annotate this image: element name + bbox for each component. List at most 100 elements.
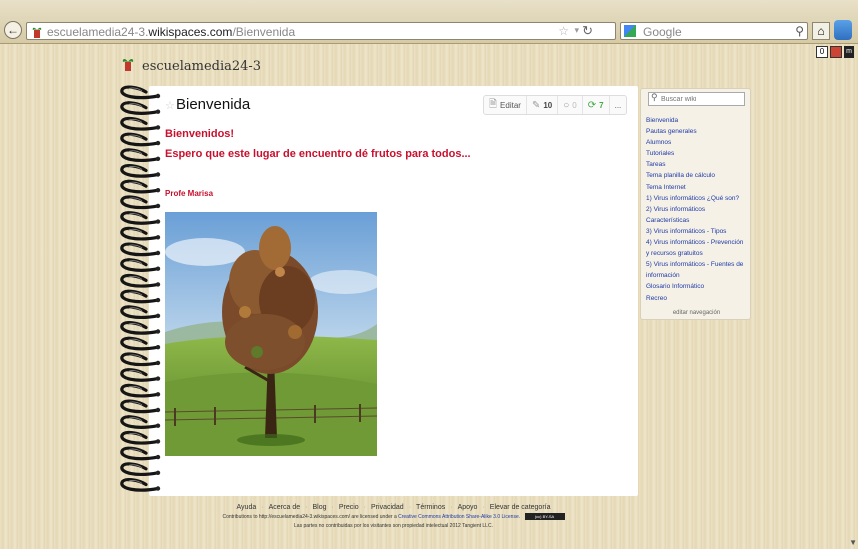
footer-separator: · xyxy=(408,504,412,511)
binding-ring xyxy=(120,242,161,257)
addon-image-icon xyxy=(830,46,842,58)
more-button[interactable]: ... xyxy=(610,96,627,114)
binding-ring xyxy=(120,164,161,178)
binding-ring xyxy=(120,446,161,461)
sidebar-item-virus-tipos[interactable]: 3) Virus informáticos - Tipos xyxy=(646,226,750,237)
footer-link-ayuda[interactable]: Ayuda xyxy=(237,504,257,511)
binding-ring xyxy=(120,132,161,147)
binding-ring xyxy=(120,101,161,115)
follow-button[interactable]: ⟳ 7 xyxy=(583,96,610,114)
binding-ring xyxy=(120,211,161,225)
search-icon[interactable]: ⚲ xyxy=(795,24,804,38)
search-icon: ⚲ xyxy=(651,92,658,102)
spiral-binding xyxy=(120,85,161,492)
binding-ring xyxy=(120,258,161,272)
footer-link-blog[interactable]: Blog xyxy=(312,504,326,511)
sidebar-item-glosario[interactable]: Glosario Informático xyxy=(646,281,750,292)
license-line: Contributions to http://escuelamedia24-3… xyxy=(149,513,638,522)
footer-separator: · xyxy=(363,504,367,511)
binding-ring xyxy=(120,336,161,351)
sidebar-item-tareas[interactable]: Tareas xyxy=(646,159,750,170)
license-link[interactable]: Creative Commons Attribution Share-Alike… xyxy=(398,514,520,520)
wiki-navigation: Bienvenida Pautas generales Alumnos Tuto… xyxy=(646,115,750,304)
edit-page-icon: 🗎 xyxy=(489,98,498,110)
sidebar-item-pautas-generales[interactable]: Pautas generales xyxy=(646,126,750,137)
license-text: Contributions to http://escuelamedia24-3… xyxy=(222,514,397,520)
binding-ring xyxy=(120,478,161,492)
footer-link-precio[interactable]: Precio xyxy=(339,504,359,511)
footer-link-privacidad[interactable]: Privacidad xyxy=(371,504,404,511)
search-engine-label: Google xyxy=(643,25,682,39)
edit-label: Editar xyxy=(500,100,521,110)
footer-link-acerca[interactable]: Acerca de xyxy=(269,504,301,511)
welcome-message: Espero que este lugar de encuentro dé fr… xyxy=(165,148,471,160)
edit-button[interactable]: 🗎 Editar xyxy=(484,96,527,114)
binding-ring xyxy=(120,195,161,210)
binding-ring xyxy=(120,179,161,194)
sidebar-item-virus-que-son[interactable]: 1) Virus informáticos ¿Qué son? xyxy=(646,193,750,204)
site-name[interactable]: escuelamedia24-3 xyxy=(142,59,261,74)
sidebar-item-virus-caracteristicas[interactable]: 2) Virus informáticos xyxy=(646,204,750,215)
wiki-search-input[interactable] xyxy=(661,93,743,105)
footer-link-elevar[interactable]: Elevar de categoría xyxy=(490,504,551,511)
revisions-button[interactable]: ✎ 10 xyxy=(527,96,559,114)
favorite-star-icon[interactable]: ☆ xyxy=(165,99,175,112)
follow-arrow-icon: ⟳ xyxy=(587,99,597,111)
binding-ring xyxy=(120,305,161,319)
sidebar-item-bienvenida[interactable]: Bienvenida xyxy=(646,115,750,126)
back-button[interactable]: ← xyxy=(4,21,22,39)
sidebar-item-recreo[interactable]: Recreo xyxy=(646,293,750,304)
binding-ring xyxy=(120,116,161,131)
page-background: 0 m escuelamedia24-3 ☆ Bienvenida 🗎 Edit… xyxy=(0,44,858,549)
more-label: ... xyxy=(614,100,622,110)
counter-badge: 0 xyxy=(816,46,828,58)
ownership-text: Las partes no contribuidas por los visit… xyxy=(294,523,493,529)
sidebar-item-planilla-calculo[interactable]: Tema planilla de cálculo xyxy=(646,170,750,181)
scroll-down-arrow-icon[interactable]: ▼ xyxy=(849,538,857,547)
site-logo-icon xyxy=(122,58,134,71)
sidebar-item-virus-prevencion[interactable]: 4) Virus informáticos - Prevención xyxy=(646,237,750,248)
edit-navigation-link[interactable]: editar navegación xyxy=(641,310,752,316)
chevron-down-icon[interactable]: ▾ xyxy=(574,25,579,36)
wikispaces-favicon-icon xyxy=(32,27,42,38)
binding-ring xyxy=(120,462,161,476)
cc-license-badge[interactable]: (cc) BY-SA xyxy=(524,513,565,521)
address-bar[interactable]: escuelamedia24-3.wikispaces.com/Bienveni… xyxy=(26,22,616,40)
wiki-search-box[interactable]: ⚲ xyxy=(648,92,745,106)
binding-ring xyxy=(120,430,161,445)
skype-addon-icon[interactable] xyxy=(834,20,852,40)
bookmark-star-icon[interactable]: ☆ xyxy=(558,24,569,38)
binding-ring xyxy=(120,352,161,367)
sidebar-item-virus-fuentes-cont[interactable]: información xyxy=(646,270,750,281)
binding-ring xyxy=(120,399,161,414)
footer-link-terminos[interactable]: Términos xyxy=(416,504,445,511)
wiki-sidebar: ⚲ Bienvenida Pautas generales Alumnos Tu… xyxy=(640,88,751,320)
sidebar-item-tutoriales[interactable]: Tutoriales xyxy=(646,148,750,159)
sidebar-item-virus-caracteristicas-cont[interactable]: Características xyxy=(646,215,750,226)
footer-separator: · xyxy=(482,504,485,511)
footer-separator: · xyxy=(261,504,264,511)
revisions-count: 10 xyxy=(543,100,553,110)
binding-ring xyxy=(120,273,161,288)
binding-ring xyxy=(120,226,161,241)
footer-links: Ayuda · Acerca de · Blog · Precio · Privacidad · T… xyxy=(149,503,638,513)
footer-link-apoyo[interactable]: Apoyo xyxy=(458,504,478,511)
home-button[interactable]: ⌂ xyxy=(812,22,830,40)
comments-button[interactable]: ○ 0 xyxy=(558,96,583,114)
footer-separator: · xyxy=(331,504,334,511)
binding-ring xyxy=(120,321,161,335)
url-text: escuelamedia24-3.wikispaces.com/Bienveni… xyxy=(47,25,296,39)
sidebar-item-alumnos[interactable]: Alumnos xyxy=(646,137,750,148)
pencil-icon: ✎ xyxy=(531,99,541,111)
sidebar-item-virus-prevencion-cont[interactable]: y recursos gratuitos xyxy=(646,248,750,259)
tree-photo xyxy=(165,212,377,456)
addon-extra-icon: m xyxy=(844,46,854,58)
search-bar[interactable]: Google ⚲ xyxy=(620,22,808,40)
follows-count: 7 xyxy=(599,100,604,110)
sidebar-item-tema-internet[interactable]: Tema Internet xyxy=(646,182,750,193)
sidebar-item-virus-fuentes[interactable]: 5) Virus informáticos - Fuentes de xyxy=(646,259,750,270)
binding-ring xyxy=(120,289,161,304)
reload-icon[interactable]: ↻ xyxy=(582,23,593,39)
binding-ring xyxy=(120,85,161,100)
page-footer: Ayuda · Acerca de · Blog · Precio · Privacidad · T… xyxy=(149,503,638,531)
